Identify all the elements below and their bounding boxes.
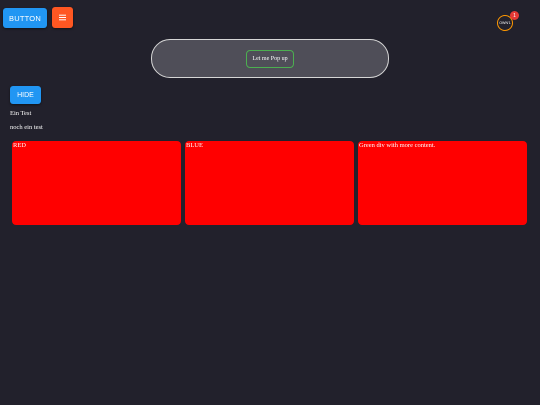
popup-button[interactable]: Let me Pop up — [246, 49, 294, 68]
user-avatar-container[interactable]: OWN'1 1 — [497, 11, 519, 33]
text-line-1: Ein Test — [10, 110, 32, 117]
popup-panel: Let me Pop up — [151, 39, 389, 78]
card-red: RED — [12, 141, 181, 225]
card-green: Green div with more content. — [358, 141, 527, 225]
hide-button[interactable]: HIDE — [10, 86, 41, 104]
card-label: Green div with more content. — [359, 142, 436, 149]
card-label: BLUE — [186, 142, 203, 149]
card-label: RED — [13, 142, 26, 149]
text-line-2: noch ein test — [10, 124, 43, 131]
card-blue: BLUE — [185, 141, 354, 225]
main-button[interactable]: BUTTON — [3, 8, 47, 28]
menu-button[interactable] — [52, 7, 73, 28]
notification-badge: 1 — [510, 11, 519, 20]
hamburger-menu-icon — [59, 14, 66, 21]
